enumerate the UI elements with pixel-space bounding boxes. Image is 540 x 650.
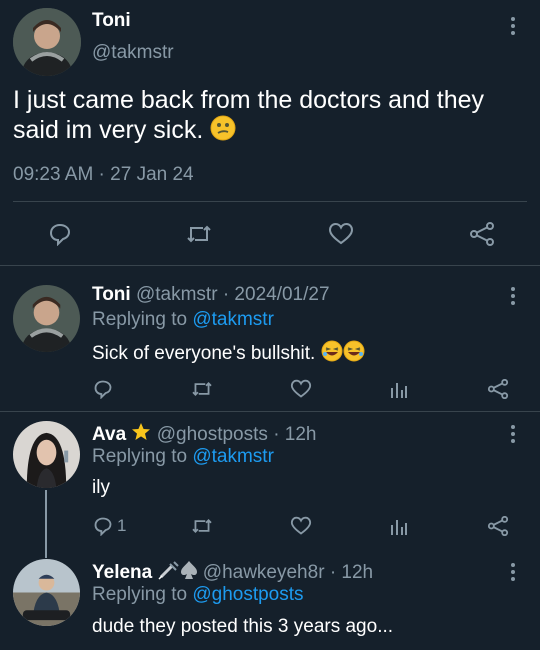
reply-time: · 2024/01/27 — [222, 284, 330, 305]
more-icon[interactable] — [511, 17, 515, 35]
author-handle[interactable]: @hawkeyeh8r — [203, 562, 325, 583]
laughing-face-icon — [321, 340, 343, 362]
reply-text: Sick of everyone's bullshit. — [92, 340, 365, 365]
replying-to: Replying to @takmstr — [92, 446, 274, 468]
tweet-text: I just came back from the doctors and th… — [13, 86, 513, 145]
retweet-icon[interactable] — [190, 516, 214, 536]
more-icon[interactable] — [511, 287, 515, 305]
avatar[interactable] — [13, 8, 81, 76]
reply-count: 1 — [117, 516, 127, 535]
spade-icon — [180, 561, 197, 579]
star-icon — [132, 423, 151, 440]
author-handle[interactable]: @takmstr — [136, 284, 218, 305]
replying-to: Replying to @ghostposts — [92, 584, 304, 606]
reply-text-content: Sick of everyone's bullshit. — [92, 343, 316, 364]
reply-time: · 12h — [329, 562, 374, 583]
laughing-face-icon — [343, 340, 365, 362]
replying-to-link[interactable]: @takmstr — [192, 446, 274, 467]
divider — [0, 265, 540, 266]
author-name[interactable]: Toni — [92, 10, 131, 32]
reply-header: Yelena @hawkeyeh8r · 12h — [92, 560, 373, 584]
author-name[interactable]: Toni — [92, 284, 131, 305]
confused-face-icon — [210, 115, 236, 141]
reply-icon[interactable] — [92, 379, 114, 399]
share-icon[interactable] — [468, 221, 496, 247]
replying-to-link[interactable]: @ghostposts — [192, 584, 303, 605]
reply-text: dude they posted this 3 years ago... — [92, 616, 394, 637]
avatar[interactable] — [13, 559, 80, 626]
reply-header: Ava @ghostposts · 12h — [92, 422, 317, 446]
analytics-icon[interactable] — [388, 379, 410, 399]
reply-icon[interactable] — [47, 221, 73, 247]
more-icon[interactable] — [511, 563, 515, 581]
like-icon[interactable] — [327, 221, 355, 247]
avatar[interactable] — [13, 421, 80, 488]
reply-text: ily — [92, 477, 110, 498]
separator — [13, 201, 527, 202]
divider — [0, 411, 540, 412]
like-icon[interactable] — [289, 379, 313, 399]
tweet-timestamp[interactable]: 09:23 AM · 27 Jan 24 — [13, 164, 194, 186]
replying-to-link[interactable]: @takmstr — [192, 309, 274, 330]
share-icon[interactable] — [486, 516, 510, 536]
more-icon[interactable] — [511, 425, 515, 443]
avatar[interactable] — [13, 285, 80, 352]
replying-to: Replying to @takmstr — [92, 309, 274, 331]
retweet-icon[interactable] — [190, 379, 214, 399]
syringe-icon — [157, 561, 179, 580]
author-handle[interactable]: @ghostposts — [157, 424, 268, 445]
replying-to-label: Replying to — [92, 584, 188, 605]
reply-header: Toni @takmstr · 2024/01/27 — [92, 284, 330, 306]
retweet-icon[interactable] — [185, 221, 213, 247]
replying-to-label: Replying to — [92, 446, 188, 467]
reply-icon[interactable] — [92, 516, 114, 536]
author-name[interactable]: Ava — [92, 424, 126, 445]
author-handle[interactable]: @takmstr — [92, 42, 174, 64]
thread-line — [45, 490, 47, 558]
replying-to-label: Replying to — [92, 309, 188, 330]
like-icon[interactable] — [289, 516, 313, 536]
author-name[interactable]: Yelena — [92, 562, 152, 583]
analytics-icon[interactable] — [388, 516, 410, 536]
reply-time: · 12h — [273, 424, 317, 445]
tweet-text-content: I just came back from the doctors and th… — [13, 86, 485, 144]
share-icon[interactable] — [486, 379, 510, 399]
